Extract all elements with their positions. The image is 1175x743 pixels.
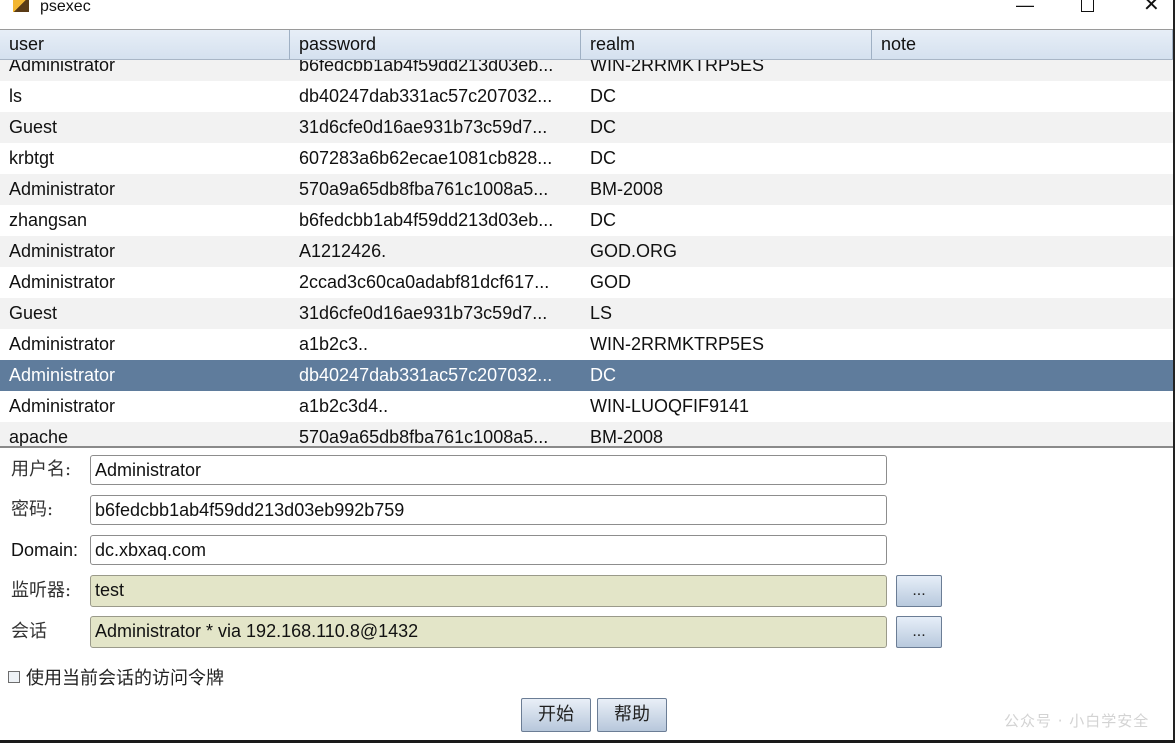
domain-input[interactable]: dc.xbxaq.com [90,535,887,565]
title-bar: psexec — ✕ [0,0,1173,18]
cell-user: Guest [9,303,58,323]
cell-note [872,236,1173,267]
cell-password: db40247dab331ac57c207032... [299,86,553,106]
cell-realm: BM-2008 [590,179,664,199]
minimize-icon[interactable]: — [1016,0,1034,14]
table-row[interactable]: Guest 31d6cfe0d16ae931b73c59d7... LS [0,298,1173,329]
table-body: Administrator b6fedcbb1ab4f59dd213d03eb..… [0,50,1173,448]
column-header-password[interactable]: password [290,30,581,59]
password-input[interactable]: b6fedcbb1ab4f59dd213d03eb992b759 [90,495,887,525]
cell-user: ls [9,86,22,106]
cell-note [872,174,1173,205]
cell-password: a1b2c3.. [299,334,369,354]
table-row[interactable]: Administrator 570a9a65db8fba761c1008a5...… [0,174,1173,205]
table-row[interactable]: Guest 31d6cfe0d16ae931b73c59d7... DC [0,112,1173,143]
cell-realm: DC [590,148,616,168]
cell-note [872,205,1173,236]
use-token-option[interactable]: 使用当前会话的访问令牌 [8,665,224,689]
cell-user: Administrator [9,334,116,354]
cell-password: 570a9a65db8fba761c1008a5... [299,179,549,199]
username-input[interactable]: Administrator [90,455,887,485]
credential-form: 用户名: Administrator 密码: b6fedcbb1ab4f59dd… [0,448,1173,740]
cell-user: krbtgt [9,148,55,168]
cell-password: 31d6cfe0d16ae931b73c59d7... [299,117,548,137]
table-row[interactable]: ls db40247dab331ac57c207032... DC [0,81,1173,112]
domain-label: Domain: [11,540,79,560]
cell-realm: DC [590,365,616,385]
cell-user: Administrator [9,241,116,261]
help-button[interactable]: 帮助 [597,698,667,732]
cell-password: b6fedcbb1ab4f59dd213d03eb... [299,210,554,230]
table-header: user password realm note [0,30,1173,60]
use-token-checkbox[interactable] [8,671,20,683]
cell-note [872,81,1173,112]
use-token-label: 使用当前会话的访问令牌 [26,668,224,689]
listener-label: 监听器: [11,580,72,601]
cell-user: apache [9,427,69,447]
cell-user: Guest [9,117,58,137]
start-button[interactable]: 开始 [521,698,591,732]
cell-note [872,329,1173,360]
table-row[interactable]: krbtgt 607283a6b62ecae1081cb828... DC [0,143,1173,174]
cell-password: 2ccad3c60ca0adabf81dcf617... [299,272,550,292]
cell-note [872,298,1173,329]
session-browse-button[interactable]: ... [896,616,942,648]
psexec-dialog: psexec — ✕ Administrator b6fedcbb1ab4f59d… [0,0,1175,740]
cell-realm: GOD.ORG [590,241,678,261]
session-field[interactable]: Administrator * via 192.168.110.8@1432 [90,616,887,648]
table-row[interactable]: Administrator a1b2c3d4.. WIN-LUOQFIF9141 [0,391,1173,422]
table-row[interactable]: zhangsan b6fedcbb1ab4f59dd213d03eb... DC [0,205,1173,236]
cell-realm: GOD [590,272,632,292]
cell-realm: LS [590,303,613,323]
cell-realm: DC [590,117,616,137]
cell-realm: DC [590,210,616,230]
cell-password: 607283a6b62ecae1081cb828... [299,148,553,168]
cell-password: db40247dab331ac57c207032... [299,365,553,385]
window-title: psexec [40,0,91,15]
cell-note [872,360,1173,391]
session-label: 会话 [11,621,47,642]
cell-realm: WIN-2RRMKTRP5ES [590,334,765,354]
app-icon [13,0,29,12]
listener-browse-button[interactable]: ... [896,575,942,607]
credentials-table[interactable]: Administrator b6fedcbb1ab4f59dd213d03eb..… [0,29,1173,448]
cell-note [872,391,1173,422]
cell-note [872,112,1173,143]
column-header-user[interactable]: user [0,30,290,59]
table-row[interactable]: Administrator A1212426. GOD.ORG [0,236,1173,267]
cell-realm: DC [590,86,616,106]
table-row[interactable]: Administrator a1b2c3.. WIN-2RRMKTRP5ES [0,329,1173,360]
cell-realm: BM-2008 [590,427,664,447]
cell-user: Administrator [9,272,116,292]
cell-note [872,422,1173,448]
cell-password: A1212426. [299,241,387,261]
watermark: 公众号 · 小白学安全 [1004,712,1150,730]
table-row[interactable]: apache 570a9a65db8fba761c1008a5... BM-2008 [0,422,1173,448]
username-label: 用户名: [11,459,72,480]
listener-field[interactable]: test [90,575,887,607]
maximize-icon[interactable] [1081,0,1094,15]
cell-password: 31d6cfe0d16ae931b73c59d7... [299,303,548,323]
cell-user: Administrator [9,365,116,385]
close-icon[interactable]: ✕ [1143,0,1160,15]
table-row[interactable]: Administrator db40247dab331ac57c207032...… [0,360,1173,391]
cell-user: zhangsan [9,210,88,230]
table-row[interactable]: Administrator 2ccad3c60ca0adabf81dcf617..… [0,267,1173,298]
column-header-realm[interactable]: realm [581,30,872,59]
cell-note [872,143,1173,174]
cell-password: 570a9a65db8fba761c1008a5... [299,427,549,447]
cell-user: Administrator [9,396,116,416]
cell-password: a1b2c3d4.. [299,396,389,416]
cell-note [872,267,1173,298]
password-label: 密码: [11,499,54,520]
cell-user: Administrator [9,179,116,199]
cell-realm: WIN-LUOQFIF9141 [590,396,750,416]
column-header-note[interactable]: note [872,30,1173,59]
